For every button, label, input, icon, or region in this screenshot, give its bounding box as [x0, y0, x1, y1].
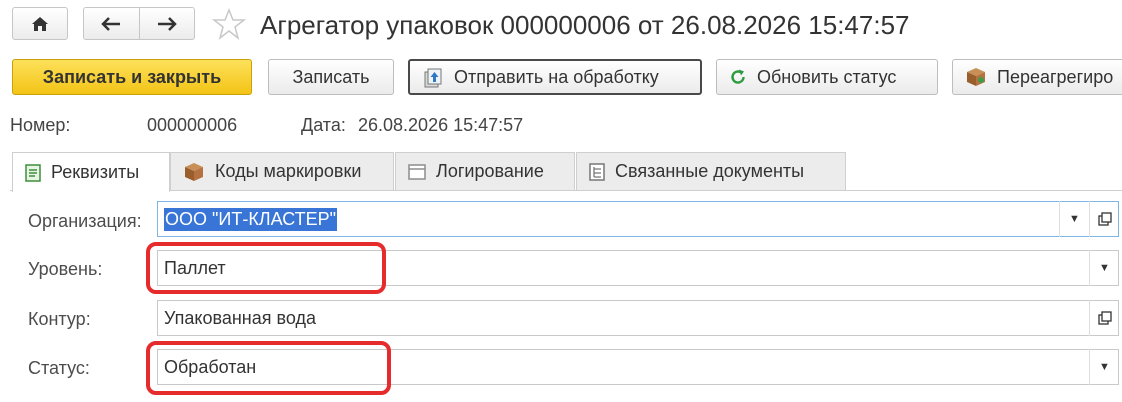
tab-details[interactable]: Реквизиты	[12, 152, 170, 192]
send-label: Отправить на обработку	[454, 66, 659, 87]
status-label: Статус:	[28, 358, 90, 378]
history-nav	[83, 7, 195, 40]
back-button[interactable]	[84, 8, 139, 39]
contour-open-button[interactable]	[1089, 300, 1119, 336]
contour-field[interactable]: Упакованная вода	[157, 300, 1119, 336]
box-icon	[185, 162, 203, 181]
send-to-processing-button[interactable]: Отправить на обработку	[408, 59, 702, 95]
level-field[interactable]: Паллет ▼	[157, 250, 1119, 286]
arrow-left-icon	[101, 16, 121, 31]
home-button[interactable]	[12, 7, 68, 40]
refresh-status-button[interactable]: Обновить статус	[716, 59, 938, 95]
reaggregate-label: Переагрегиро	[997, 66, 1114, 87]
form-icon	[25, 163, 41, 182]
number-value: 000000006	[147, 115, 238, 135]
refresh-label: Обновить статус	[757, 66, 897, 87]
dropdown-arrow-icon: ▼	[1099, 361, 1110, 373]
reaggregate-button[interactable]: Переагрегиро	[952, 59, 1122, 95]
home-icon	[32, 16, 48, 31]
refresh-icon	[731, 69, 745, 84]
level-dropdown-button[interactable]: ▼	[1089, 250, 1119, 286]
tab-marking-codes[interactable]: Коды маркировки	[170, 152, 394, 190]
window-title: Агрегатор упаковок 000000006 от 26.08.20…	[260, 10, 910, 40]
status-field[interactable]: Обработан ▼	[157, 349, 1119, 385]
arrow-right-icon	[157, 16, 177, 31]
open-window-icon	[1097, 311, 1112, 325]
save-and-close-button[interactable]: Записать и закрыть	[12, 59, 252, 95]
status-dropdown-button[interactable]: ▼	[1089, 349, 1119, 385]
save-label: Записать	[292, 66, 370, 87]
tab-logging-label: Логирование	[436, 161, 544, 181]
status-value: Обработан	[164, 356, 257, 377]
documents-icon	[589, 162, 605, 181]
box-icon	[967, 68, 985, 86]
tab-related-documents[interactable]: Связанные документы	[576, 152, 846, 190]
dropdown-arrow-icon: ▼	[1099, 262, 1110, 274]
date-label: Дата:	[301, 115, 346, 135]
open-window-icon	[1097, 212, 1112, 226]
organization-value: ООО "ИТ-КЛАСТЕР"	[164, 207, 338, 231]
tab-details-label: Реквизиты	[51, 162, 140, 182]
organization-dropdown-button[interactable]: ▼	[1059, 201, 1089, 237]
contour-value: Упакованная вода	[164, 307, 316, 328]
star-icon	[211, 7, 247, 40]
tab-logging[interactable]: Логирование	[395, 152, 575, 190]
number-label: Номер:	[10, 115, 71, 135]
level-label: Уровень:	[28, 259, 103, 279]
tab-marking-codes-label: Коды маркировки	[215, 161, 362, 181]
organization-field[interactable]: ООО "ИТ-КЛАСТЕР" ▼	[157, 201, 1119, 237]
save-button[interactable]: Записать	[268, 59, 394, 95]
organization-label: Организация:	[28, 211, 142, 231]
date-value: 26.08.2026 15:47:57	[358, 115, 524, 135]
contour-label: Контур:	[28, 309, 91, 329]
level-value: Паллет	[164, 257, 226, 278]
upload-document-icon	[424, 68, 442, 88]
tab-related-documents-label: Связанные документы	[615, 161, 805, 181]
forward-button[interactable]	[138, 8, 195, 39]
organization-open-button[interactable]	[1089, 201, 1119, 237]
favorite-star-button[interactable]	[211, 7, 247, 45]
log-icon	[408, 163, 426, 180]
tab-divider	[10, 190, 1122, 191]
save-and-close-label: Записать и закрыть	[42, 66, 222, 87]
dropdown-arrow-icon: ▼	[1069, 213, 1080, 225]
